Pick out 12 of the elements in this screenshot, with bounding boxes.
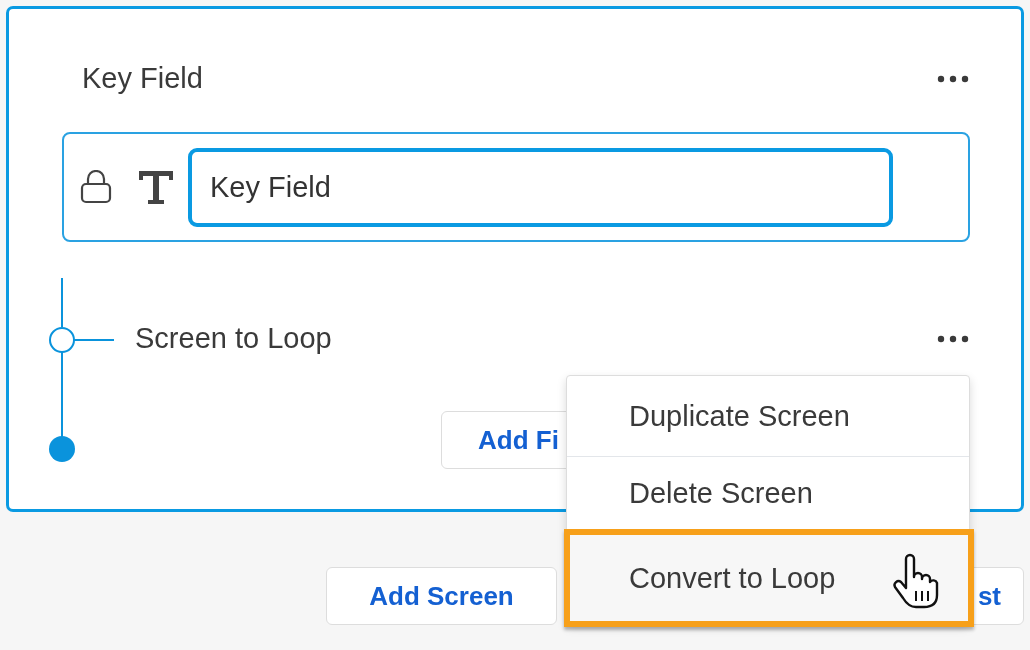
field-name-input[interactable]: Key Field [188,147,893,227]
text-type-icon [138,169,174,205]
add-screen-button[interactable]: Add Screen [326,567,557,625]
more-options-icon[interactable] [937,334,969,343]
menu-item[interactable]: Convert to Loop [564,529,974,627]
screen-title: Screen to Loop [135,322,332,355]
more-options-icon[interactable] [937,74,969,83]
field-title: Key Field [82,62,203,95]
menu-item[interactable]: Duplicate Screen [567,376,969,456]
end-node-dot [49,436,75,462]
hand-cursor-icon [892,553,940,609]
node-circle [49,327,75,353]
